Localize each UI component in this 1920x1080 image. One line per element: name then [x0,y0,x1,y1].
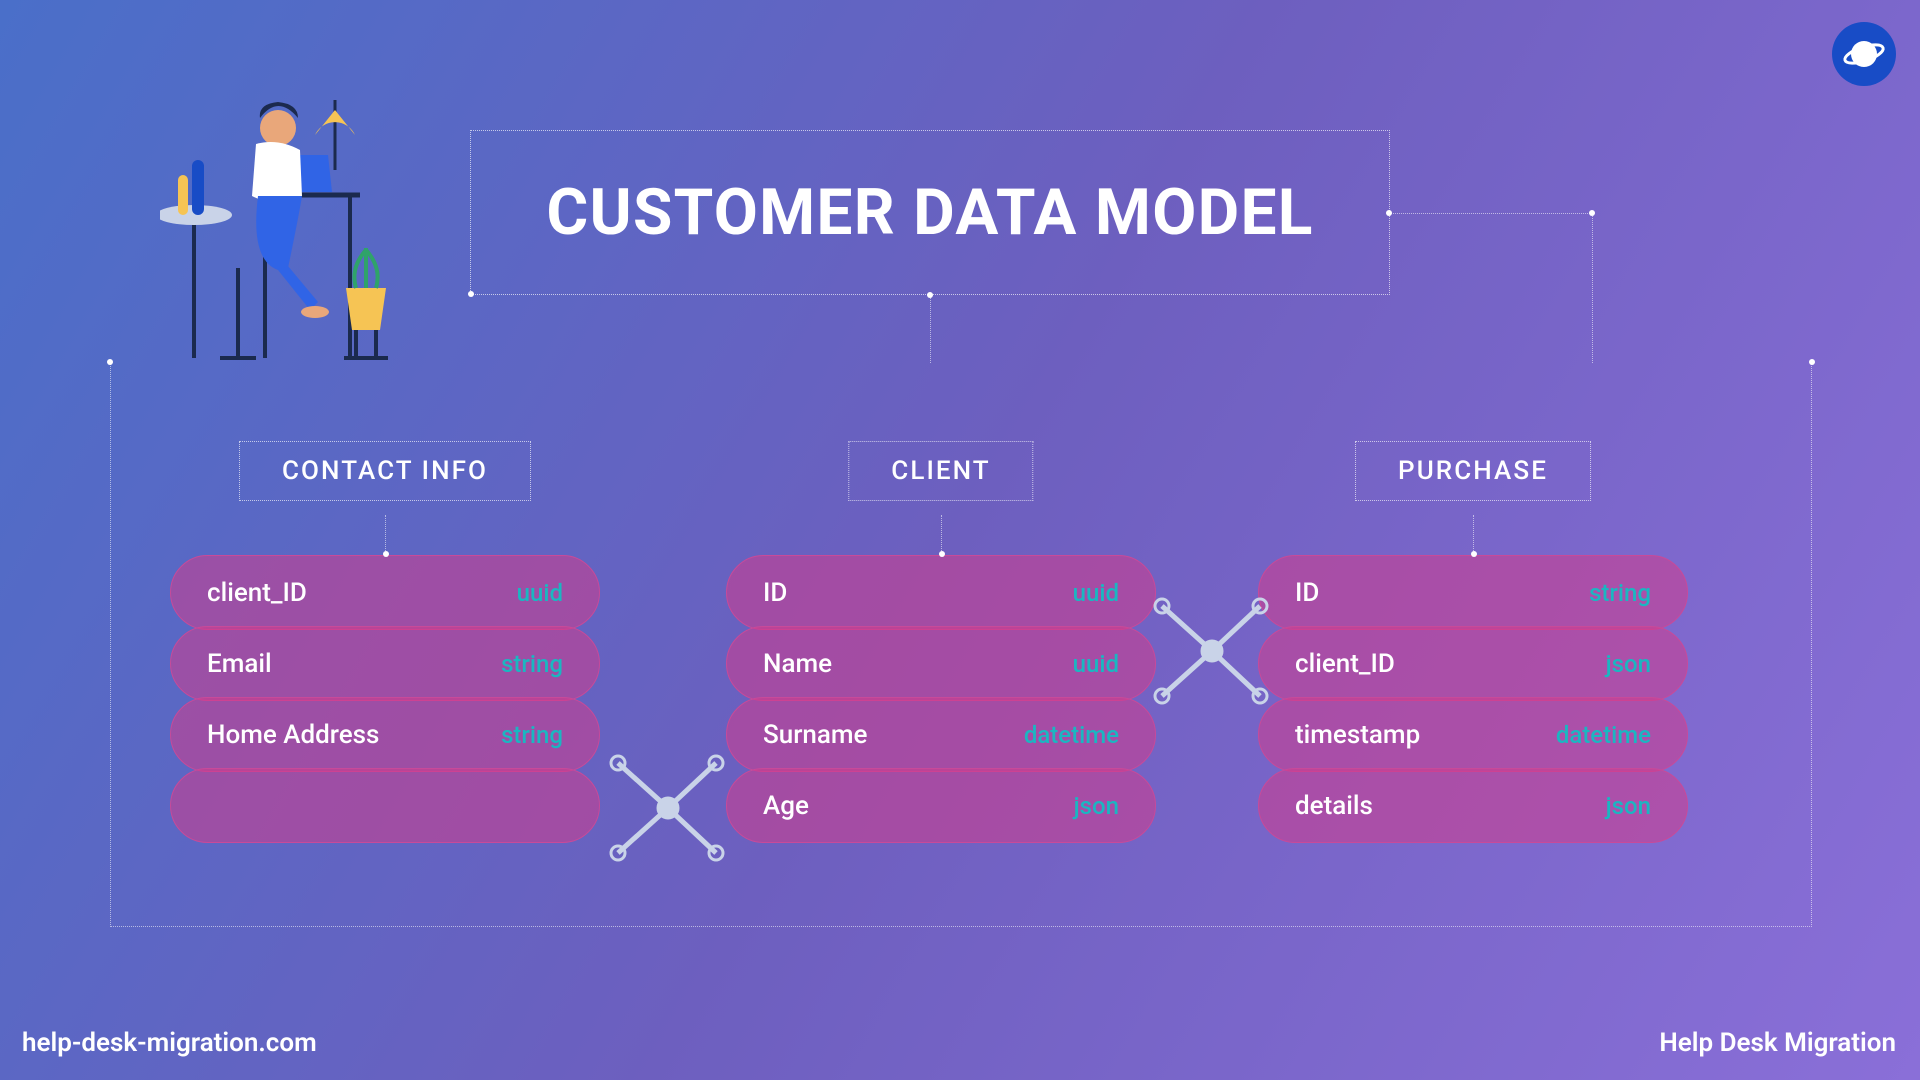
connector-line [1592,213,1593,363]
connector-dot [1471,551,1477,557]
field-name: Home Address [207,720,379,750]
field-type: string [501,721,563,749]
field-row: ID uuid [726,555,1156,630]
entity-label: CLIENT [848,441,1033,501]
relation-hub-icon [598,733,738,883]
connector-line [930,295,931,363]
field-row: details json [1258,768,1688,843]
field-type: datetime [1556,721,1651,749]
field-row: ID string [1258,555,1688,630]
field-row: Name uuid [726,626,1156,701]
connector-dot [1589,210,1595,216]
field-name: Age [763,791,809,821]
entity-purchase: PURCHASE ID string client_ID json timest… [1258,455,1688,843]
field-name: client_ID [207,578,307,608]
field-row: Surname datetime [726,697,1156,772]
entity-fields: ID uuid Name uuid Surname datetime Age j… [726,555,1156,843]
entity-contact-info: CONTACT INFO client_ID uuid Email string… [170,455,600,843]
connector-line [941,515,1156,555]
field-row: client_ID json [1258,626,1688,701]
footer-url: help-desk-migration.com [22,1028,317,1058]
field-name: details [1295,791,1373,821]
field-type: string [1589,579,1651,607]
field-type: string [501,650,563,678]
diagram-title: CUSTOMER DATA MODEL [546,175,1313,250]
field-row: Home Address string [170,697,600,772]
planet-icon [1842,32,1886,76]
field-type: json [1074,792,1119,820]
connector-dot [107,359,113,365]
field-name: timestamp [1295,720,1420,750]
connector-dot [927,292,933,298]
field-row: Age json [726,768,1156,843]
entity-fields: client_ID uuid Email string Home Address… [170,555,600,843]
field-type: uuid [1073,579,1119,607]
connector-line [1473,515,1688,555]
connector-line [385,515,600,555]
field-row: client_ID uuid [170,555,600,630]
field-name: Name [763,649,832,679]
connector-dot [383,551,389,557]
relation-hub-icon [1142,576,1282,726]
connector-line [1390,213,1594,214]
field-row: timestamp datetime [1258,697,1688,772]
entity-fields: ID string client_ID json timestamp datet… [1258,555,1688,843]
entity-label: PURCHASE [1355,441,1591,501]
field-type: uuid [517,579,563,607]
field-type: json [1606,650,1651,678]
connector-dot [939,551,945,557]
diagram-title-box: CUSTOMER DATA MODEL [470,130,1390,295]
connector-dot [1809,359,1815,365]
entity-label: CONTACT INFO [239,441,531,501]
field-name: Surname [763,720,867,750]
field-name: ID [1295,578,1319,608]
field-type: datetime [1024,721,1119,749]
entity-client: CLIENT ID uuid Name uuid Surname datetim… [726,455,1156,843]
field-name: client_ID [1295,649,1395,679]
field-type: uuid [1073,650,1119,678]
field-name: ID [763,578,787,608]
brand-logo [1832,22,1896,86]
field-row: Email string [170,626,600,701]
footer-brand: Help Desk Migration [1659,1028,1896,1058]
illustration-person-laptop [160,100,460,370]
field-type: json [1606,792,1651,820]
field-row [170,768,600,843]
field-name: Email [207,649,272,679]
